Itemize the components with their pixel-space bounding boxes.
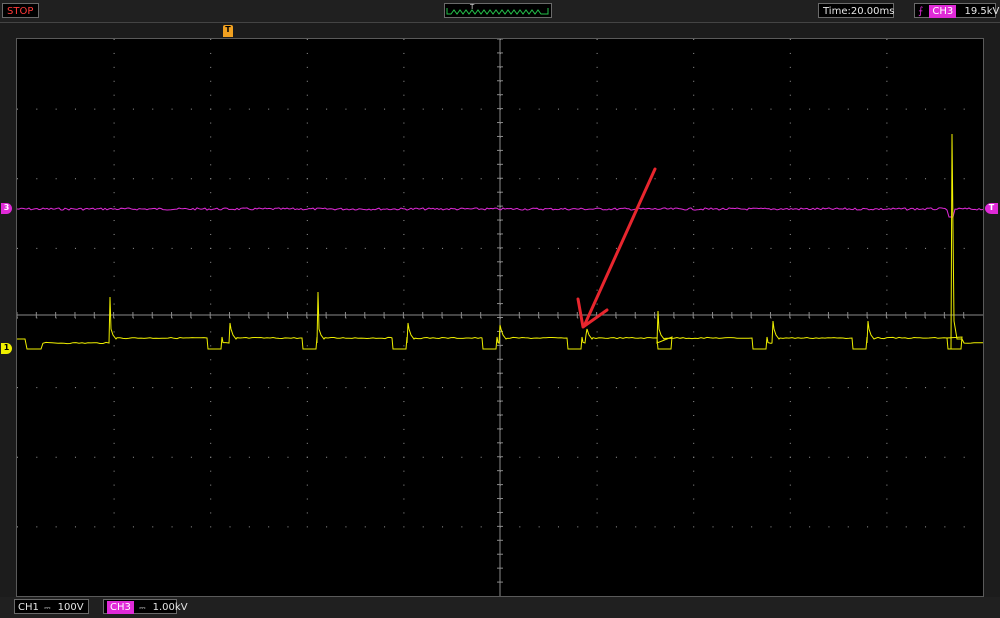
ch1-scale-readout[interactable]: CH1 ⎓ 100V [14, 599, 89, 614]
ch3-scale-value: 1.00kV [152, 602, 188, 613]
channel-bar: CH1 ⎓ 100V CH3 ⎓ 1.00kV [0, 597, 1000, 618]
trigger-readout[interactable]: ⨍ CH3 19.5kV [914, 3, 1000, 18]
ch1-level-marker[interactable]: 1 [1, 343, 12, 354]
status-bar: STOP T Time:20.00ms ⨍ CH3 19.5kV [0, 0, 1000, 23]
trigger-source-badge: CH3 [929, 5, 957, 18]
trigger-level-marker[interactable]: T [985, 203, 998, 214]
dc-coupling-icon: ⎓ [44, 603, 51, 612]
trigger-level-value: 19.5kV [964, 6, 1000, 17]
memory-waveform-icon [446, 8, 549, 15]
ch1-name: CH1 [18, 602, 39, 613]
ch3-scale-readout[interactable]: CH3 ⎓ 1.00kV [103, 599, 188, 614]
timebase-label: Time:20.00ms [823, 6, 895, 17]
run-state-label: STOP [7, 6, 34, 17]
waveform-canvas [17, 39, 983, 596]
ch3-level-marker[interactable]: 3 [1, 203, 12, 214]
rising-edge-icon: ⨍ [918, 6, 924, 17]
annotation-arrow-shaft [583, 167, 657, 326]
timebase-readout[interactable]: Time:20.00ms [818, 3, 894, 18]
trigger-position-window[interactable]: T [444, 3, 552, 18]
ch3-name: CH3 [107, 601, 134, 614]
trigger-position-marker[interactable]: T [223, 25, 233, 37]
waveform-display[interactable] [16, 38, 984, 597]
dc-coupling-icon: ⎓ [139, 603, 146, 612]
grid-dots [17, 39, 965, 528]
run-state-indicator[interactable]: STOP [2, 3, 39, 18]
trigger-position-label: T [470, 3, 475, 11]
center-axis-ticks [17, 39, 965, 583]
annotation-arrow-head [576, 297, 609, 329]
ch1-scale-value: 100V [57, 602, 84, 613]
